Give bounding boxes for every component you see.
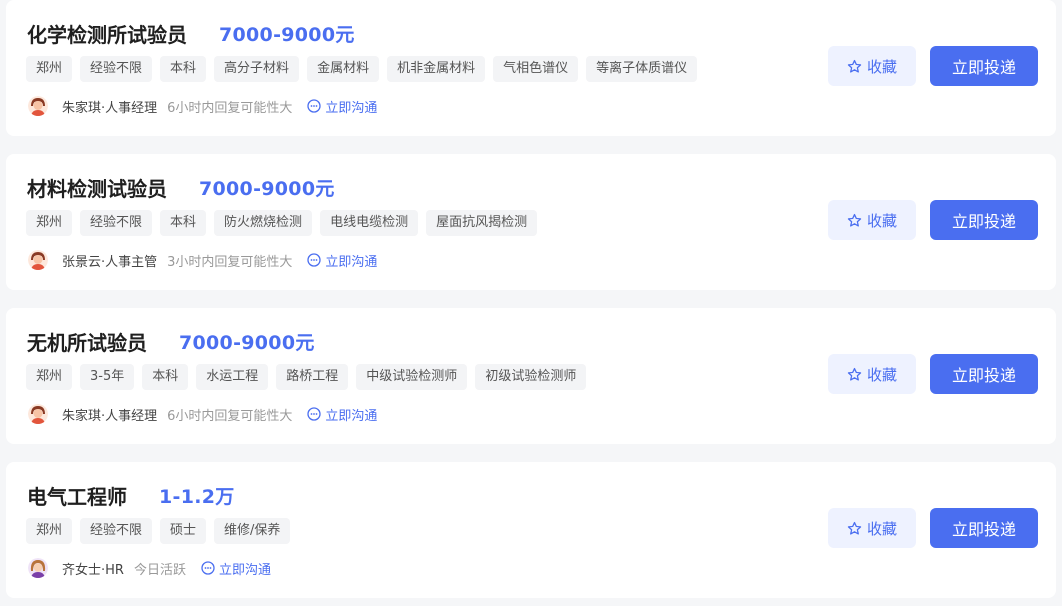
reply-rate: 6小时内回复可能性大: [167, 408, 293, 424]
job-title[interactable]: 电气工程师: [27, 481, 127, 510]
recruiter-name: 齐女士·HR: [62, 562, 124, 578]
apply-button[interactable]: 立即投递: [930, 354, 1038, 394]
reply-rate: 6小时内回复可能性大: [167, 100, 293, 116]
tag-education: 本科: [160, 210, 207, 236]
job-card[interactable]: 电气工程师 1-1.2万 郑州 经验不限 硕士 维修/保养 齐女士·HR 今日活…: [6, 462, 1056, 598]
tag-experience: 3-5年: [80, 364, 135, 390]
recruiter-info: 朱家琪·人事经理 6小时内回复可能性大 立即沟通: [28, 96, 377, 116]
avatar: [28, 404, 48, 424]
tag-location: 郑州: [26, 210, 73, 236]
tag-location: 郑州: [26, 364, 73, 390]
star-outline-icon: [847, 213, 862, 228]
tag-skill: 高分子材料: [214, 56, 300, 82]
tag-list: 郑州 经验不限 硕士 维修/保养: [26, 518, 298, 544]
tag-skill: 水运工程: [196, 364, 269, 390]
favorite-button[interactable]: 收藏: [828, 508, 916, 548]
favorite-label: 收藏: [866, 365, 897, 384]
chat-bubble-icon: [307, 99, 322, 113]
job-card[interactable]: 无机所试验员 7000-9000元 郑州 3-5年 本科 水运工程 路桥工程 中…: [6, 308, 1056, 444]
tag-skill: 气相色谱仪: [493, 56, 579, 82]
activity-status: 今日活跃: [133, 562, 186, 578]
tag-list: 郑州 经验不限 本科 高分子材料 金属材料 机非金属材料 气相色谱仪 等离子体质…: [26, 56, 705, 82]
tag-skill: 等离子体质谱仪: [586, 56, 698, 82]
chat-label: 立即沟通: [218, 562, 271, 578]
job-list: 化学检测所试验员 7000-9000元 郑州 经验不限 本科 高分子材料 金属材…: [0, 0, 1062, 606]
chat-link[interactable]: 立即沟通: [307, 405, 377, 424]
tag-skill: 屋面抗风揭检测: [426, 210, 538, 236]
tag-location: 郑州: [26, 518, 73, 544]
favorite-label: 收藏: [866, 211, 897, 230]
tag-skill: 维修/保养: [214, 518, 291, 544]
salary: 7000-9000元: [179, 331, 315, 354]
chat-link[interactable]: 立即沟通: [307, 97, 377, 116]
apply-button[interactable]: 立即投递: [930, 200, 1038, 240]
tag-list: 郑州 经验不限 本科 防火燃烧检测 电线电缆检测 屋面抗风揭检测: [26, 210, 545, 236]
tag-experience: 经验不限: [80, 210, 153, 236]
chat-link[interactable]: 立即沟通: [307, 251, 377, 270]
avatar: [28, 558, 48, 578]
tag-experience: 经验不限: [80, 518, 153, 544]
recruiter-info: 朱家琪·人事经理 6小时内回复可能性大 立即沟通: [28, 404, 377, 424]
star-outline-icon: [847, 59, 862, 74]
favorite-button[interactable]: 收藏: [828, 200, 916, 240]
avatar: [28, 250, 48, 270]
title-row: 化学检测所试验员 7000-9000元: [27, 18, 355, 48]
job-title[interactable]: 无机所试验员: [27, 327, 147, 356]
tag-location: 郑州: [26, 56, 73, 82]
salary: 7000-9000元: [199, 177, 335, 200]
tag-skill: 金属材料: [307, 56, 380, 82]
chat-bubble-icon: [307, 253, 322, 267]
favorite-button[interactable]: 收藏: [828, 46, 916, 86]
chat-label: 立即沟通: [325, 408, 378, 424]
tag-list: 郑州 3-5年 本科 水运工程 路桥工程 中级试验检测师 初级试验检测师: [26, 364, 594, 390]
favorite-label: 收藏: [866, 519, 897, 538]
job-card[interactable]: 化学检测所试验员 7000-9000元 郑州 经验不限 本科 高分子材料 金属材…: [6, 0, 1056, 136]
chat-label: 立即沟通: [325, 254, 378, 270]
chat-bubble-icon: [307, 407, 322, 421]
recruiter-info: 齐女士·HR 今日活跃 立即沟通: [28, 558, 271, 578]
recruiter-name: 朱家琪·人事经理: [62, 408, 158, 424]
star-outline-icon: [847, 367, 862, 382]
salary: 7000-9000元: [219, 23, 355, 46]
recruiter-name: 朱家琪·人事经理: [62, 100, 158, 116]
chat-label: 立即沟通: [325, 100, 378, 116]
favorite-label: 收藏: [866, 57, 897, 76]
title-row: 材料检测试验员 7000-9000元: [27, 172, 335, 202]
title-row: 无机所试验员 7000-9000元: [27, 326, 315, 356]
star-outline-icon: [847, 521, 862, 536]
tag-skill: 机非金属材料: [387, 56, 486, 82]
tag-skill: 中级试验检测师: [356, 364, 468, 390]
apply-button[interactable]: 立即投递: [930, 46, 1038, 86]
tag-experience: 经验不限: [80, 56, 153, 82]
reply-rate: 3小时内回复可能性大: [167, 254, 293, 270]
job-title[interactable]: 材料检测试验员: [27, 173, 167, 202]
tag-education: 本科: [160, 56, 207, 82]
recruiter-name: 张景云·人事主管: [62, 254, 158, 270]
favorite-button[interactable]: 收藏: [828, 354, 916, 394]
apply-button[interactable]: 立即投递: [930, 508, 1038, 548]
salary: 1-1.2万: [159, 485, 235, 508]
recruiter-info: 张景云·人事主管 3小时内回复可能性大 立即沟通: [28, 250, 377, 270]
job-card[interactable]: 材料检测试验员 7000-9000元 郑州 经验不限 本科 防火燃烧检测 电线电…: [6, 154, 1056, 290]
tag-skill: 路桥工程: [276, 364, 349, 390]
avatar: [28, 96, 48, 116]
title-row: 电气工程师 1-1.2万: [27, 480, 235, 510]
chat-bubble-icon: [201, 561, 215, 575]
tag-skill: 防火燃烧检测: [214, 210, 313, 236]
tag-skill: 电线电缆检测: [320, 210, 419, 236]
tag-skill: 初级试验检测师: [475, 364, 587, 390]
tag-education: 本科: [142, 364, 189, 390]
chat-link[interactable]: 立即沟通: [201, 559, 271, 578]
tag-education: 硕士: [160, 518, 207, 544]
job-title[interactable]: 化学检测所试验员: [27, 19, 187, 48]
